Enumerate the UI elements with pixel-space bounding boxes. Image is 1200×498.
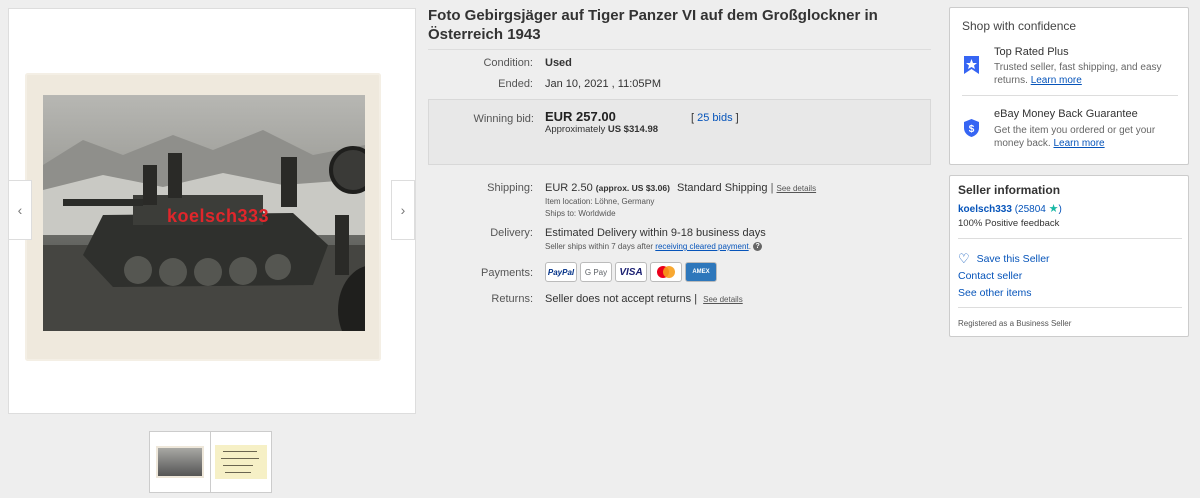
shop-with-confidence: Shop with confidence Top Rated Plus Trus… xyxy=(949,7,1189,165)
confidence-divider xyxy=(962,95,1178,96)
returns-label: Returns: xyxy=(491,293,533,305)
seller-name-row: koelsch333 (25804 ★) xyxy=(958,202,1062,215)
payment-methods: PayPal G Pay VISA AMEX xyxy=(545,262,717,282)
title-divider xyxy=(428,49,931,50)
bids-link[interactable]: 25 bids xyxy=(697,112,732,124)
money-back-title: eBay Money Back Guarantee xyxy=(994,108,1138,120)
photo-image: koelsch333 xyxy=(43,95,365,331)
shipping-cost: EUR 2.50 xyxy=(545,182,593,194)
seller-information: Seller information koelsch333 (25804 ★) … xyxy=(949,175,1189,337)
bid-box: Winning bid: EUR 257.00 Approximately US… xyxy=(428,99,931,165)
svg-text:$: $ xyxy=(969,124,975,135)
seller-score-end: ) xyxy=(1058,204,1062,215)
thumbnail-image xyxy=(215,445,267,479)
registered-business-seller: Registered as a Business Seller xyxy=(958,319,1072,328)
returns-text: Seller does not accept returns | xyxy=(545,293,698,305)
seller-divider-2 xyxy=(958,307,1182,308)
money-back-learn-more[interactable]: Learn more xyxy=(1053,138,1104,149)
seller-divider xyxy=(958,238,1182,239)
seller-feedback: 100% Positive feedback xyxy=(958,218,1060,229)
save-seller-label: Save this Seller xyxy=(976,253,1050,265)
bids-bracket-open: [ xyxy=(691,112,695,124)
cleared-payment-link[interactable]: receiving cleared payment xyxy=(655,242,748,251)
shipping-details-link[interactable]: See details xyxy=(777,184,817,193)
thumbnail-2[interactable] xyxy=(210,431,272,493)
see-other-items-link[interactable]: See other items xyxy=(958,287,1032,299)
shield-dollar-icon: $ xyxy=(963,118,980,138)
shipping-label: Shipping: xyxy=(487,182,533,194)
seller-name-link[interactable]: koelsch333 xyxy=(958,204,1012,215)
shipping-value: EUR 2.50 (approx. US $3.06) Standard Shi… xyxy=(545,182,817,194)
thumbnail-image xyxy=(156,446,204,478)
top-rated-title: Top Rated Plus xyxy=(994,46,1069,58)
visa-icon: VISA xyxy=(615,262,647,282)
amex-icon: AMEX xyxy=(685,262,717,282)
approx-prefix: Approximately xyxy=(545,124,606,135)
ended-value: Jan 10, 2021 , 11:05PM xyxy=(545,78,661,90)
money-back-desc: Get the item you ordered or get your mon… xyxy=(994,124,1179,150)
delivery-estimate: Estimated Delivery within 9-18 business … xyxy=(545,227,766,239)
delivery-note: Seller ships within 7 days after receivi… xyxy=(545,242,763,252)
paypal-icon: PayPal xyxy=(545,262,577,282)
returns-details-link[interactable]: See details xyxy=(703,295,743,304)
previous-image-button[interactable]: ‹ xyxy=(8,180,32,240)
bid-count: [ 25 bids ] xyxy=(691,112,739,124)
mastercard-icon xyxy=(650,262,682,282)
listing-title: Foto Gebirgsjäger auf Tiger Panzer VI au… xyxy=(428,7,878,43)
seller-title: Seller information xyxy=(958,183,1061,197)
google-pay-icon: G Pay xyxy=(580,262,612,282)
contact-seller-link[interactable]: Contact seller xyxy=(958,270,1022,282)
image-gallery: koelsch333 xyxy=(8,8,416,414)
help-icon[interactable]: ? xyxy=(753,242,763,252)
delivery-note-end: . xyxy=(748,242,751,251)
delivery-label: Delivery: xyxy=(490,227,533,239)
next-image-button[interactable]: › xyxy=(391,180,415,240)
item-location: Item location: Löhne, Germany xyxy=(545,197,655,206)
main-photo[interactable]: koelsch333 xyxy=(25,73,381,361)
payments-label: Payments: xyxy=(481,267,533,279)
bids-bracket-close: ] xyxy=(735,112,739,124)
thumbnail-1[interactable] xyxy=(149,431,211,493)
ships-to: Ships to: Worldwide xyxy=(545,209,616,218)
approx-price: Approximately US $314.98 xyxy=(545,124,658,135)
top-rated-icon xyxy=(963,55,980,75)
seller-score[interactable]: (25804 xyxy=(1015,204,1046,215)
approx-value: US $314.98 xyxy=(607,124,659,135)
shipping-approx: (approx. US $3.06) xyxy=(595,183,670,193)
heart-icon: ♡ xyxy=(958,251,970,266)
ended-label: Ended: xyxy=(498,78,533,90)
condition-value: Used xyxy=(545,57,572,69)
condition-label: Condition: xyxy=(483,57,533,69)
top-rated-learn-more[interactable]: Learn more xyxy=(1031,75,1082,86)
winning-bid-price: EUR 257.00 xyxy=(545,109,616,124)
shipping-method: Standard Shipping xyxy=(677,182,768,194)
winning-bid-label: Winning bid: xyxy=(473,113,534,125)
returns-value: Seller does not accept returns | See det… xyxy=(545,293,743,305)
delivery-note-text: Seller ships within 7 days after xyxy=(545,242,654,251)
top-rated-desc: Trusted seller, fast shipping, and easy … xyxy=(994,61,1179,87)
star-icon: ★ xyxy=(1048,203,1059,215)
save-seller-button[interactable]: ♡ Save this Seller xyxy=(958,251,1050,267)
watermark-text: koelsch333 xyxy=(167,206,270,226)
mastercard-logo xyxy=(657,266,675,278)
confidence-title: Shop with confidence xyxy=(962,19,1077,33)
